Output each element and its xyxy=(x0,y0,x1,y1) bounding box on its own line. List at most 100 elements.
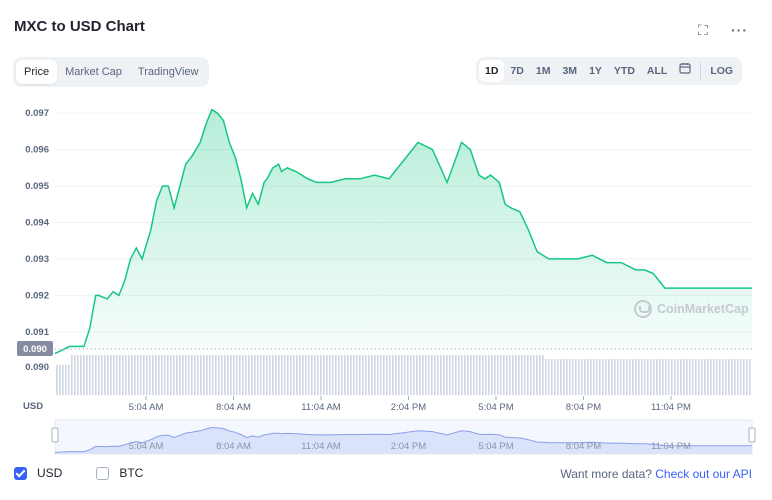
navigator-tick-label: 5:04 AM xyxy=(129,441,164,452)
volume-bar xyxy=(686,359,688,395)
x-tick-label: 11:04 AM xyxy=(301,402,341,413)
volume-bar xyxy=(554,359,556,395)
log-toggle[interactable]: LOG xyxy=(704,60,739,82)
volume-bar xyxy=(242,355,244,395)
navigator-tick-label: 8:04 AM xyxy=(216,441,251,452)
tab-tradingview[interactable]: TradingView xyxy=(130,60,207,84)
volume-bar xyxy=(407,355,409,395)
range-3m[interactable]: 3M xyxy=(556,60,583,82)
volume-bar xyxy=(158,355,160,395)
range-1m[interactable]: 1M xyxy=(530,60,557,82)
volume-bar xyxy=(671,359,673,395)
volume-bar xyxy=(650,359,652,395)
volume-bar xyxy=(683,359,685,395)
volume-bar xyxy=(440,355,442,395)
volume-bar xyxy=(476,355,478,395)
volume-bar xyxy=(704,359,706,395)
volume-bar xyxy=(614,359,616,395)
volume-bar xyxy=(143,355,145,395)
tab-price[interactable]: Price xyxy=(16,60,58,84)
volume-bar xyxy=(572,359,574,395)
volume-bar xyxy=(428,355,430,395)
y-tick-label: 0.096 xyxy=(25,145,49,156)
range-navigator[interactable]: 5:04 AM 8:04 AM 11:04 AM 2:04 PM 5:04 PM 8:04… xyxy=(0,418,772,456)
btc-label: BTC xyxy=(119,466,144,480)
volume-bar xyxy=(329,355,331,395)
volume-bar xyxy=(308,355,310,395)
expand-icon[interactable]: ⛶ xyxy=(698,22,708,39)
volume-bar xyxy=(434,355,436,395)
calendar-icon[interactable] xyxy=(673,60,697,82)
volume-bar xyxy=(338,355,340,395)
volume-bar xyxy=(416,355,418,395)
volume-bar xyxy=(344,355,346,395)
volume-bar xyxy=(386,355,388,395)
volume-bar xyxy=(620,359,622,395)
volume-bar xyxy=(128,355,130,395)
volume-bar xyxy=(101,355,103,395)
volume-bar xyxy=(461,355,463,395)
volume-bar xyxy=(569,359,571,395)
volume-bar xyxy=(509,355,511,395)
volume-bar xyxy=(266,355,268,395)
more-icon[interactable]: ··· xyxy=(731,22,748,38)
volume-bar xyxy=(170,355,172,395)
volume-bar xyxy=(302,355,304,395)
volume-bar xyxy=(389,355,391,395)
volume-bar xyxy=(629,359,631,395)
volume-bar xyxy=(707,359,709,395)
volume-bar xyxy=(248,355,250,395)
volume-bar xyxy=(665,359,667,395)
currency-toggle: USD BTC xyxy=(14,466,143,480)
volume-bar xyxy=(233,355,235,395)
volume-bar xyxy=(284,355,286,395)
usd-checkbox[interactable] xyxy=(14,466,27,480)
volume-bar xyxy=(575,359,577,395)
metric-tabs: Price Market Cap TradingView xyxy=(13,57,210,87)
volume-bar xyxy=(59,365,61,395)
range-all[interactable]: ALL xyxy=(641,60,673,82)
range-1y[interactable]: 1Y xyxy=(583,60,608,82)
volume-bar xyxy=(545,359,547,395)
range-7d[interactable]: 7D xyxy=(504,60,529,82)
volume-bar xyxy=(716,359,718,395)
volume-bar xyxy=(596,359,598,395)
api-promo: Want more data? Check out our API xyxy=(560,467,752,481)
volume-bar xyxy=(164,355,166,395)
range-ytd[interactable]: YTD xyxy=(608,60,641,82)
btc-checkbox[interactable] xyxy=(96,466,110,480)
volume-bar xyxy=(518,355,520,395)
volume-bar xyxy=(464,355,466,395)
volume-bar xyxy=(446,355,448,395)
volume-bar xyxy=(194,355,196,395)
y-tick-label: 0.092 xyxy=(25,290,49,301)
volume-bar xyxy=(548,359,550,395)
volume-bar xyxy=(374,355,376,395)
volume-bar xyxy=(107,355,109,395)
tab-market-cap[interactable]: Market Cap xyxy=(57,60,130,84)
x-tick-label: 8:04 PM xyxy=(566,402,601,413)
volume-bar xyxy=(422,355,424,395)
volume-bar xyxy=(365,355,367,395)
volume-bar xyxy=(98,355,100,395)
volume-bar xyxy=(560,359,562,395)
volume-bar xyxy=(689,359,691,395)
volume-bar xyxy=(65,365,67,395)
volume-bar xyxy=(77,355,79,395)
range-1d[interactable]: 1D xyxy=(479,60,505,82)
volume-bar xyxy=(269,355,271,395)
volume-bar xyxy=(479,355,481,395)
volume-bar xyxy=(245,355,247,395)
volume-bar xyxy=(722,359,724,395)
volume-bar xyxy=(533,355,535,395)
volume-bar xyxy=(527,355,529,395)
volume-bar xyxy=(425,355,427,395)
price-chart[interactable]: 0.097 0.096 0.095 0.094 0.093 0.092 0.091 0.090… xyxy=(0,95,772,420)
volume-bar xyxy=(692,359,694,395)
volume-bar xyxy=(155,355,157,395)
volume-bar xyxy=(500,355,502,395)
volume-bar xyxy=(236,355,238,395)
volume-bar xyxy=(431,355,433,395)
api-link[interactable]: Check out our API xyxy=(655,467,752,481)
navigator-tick-label: 8:04 PM xyxy=(566,441,601,452)
